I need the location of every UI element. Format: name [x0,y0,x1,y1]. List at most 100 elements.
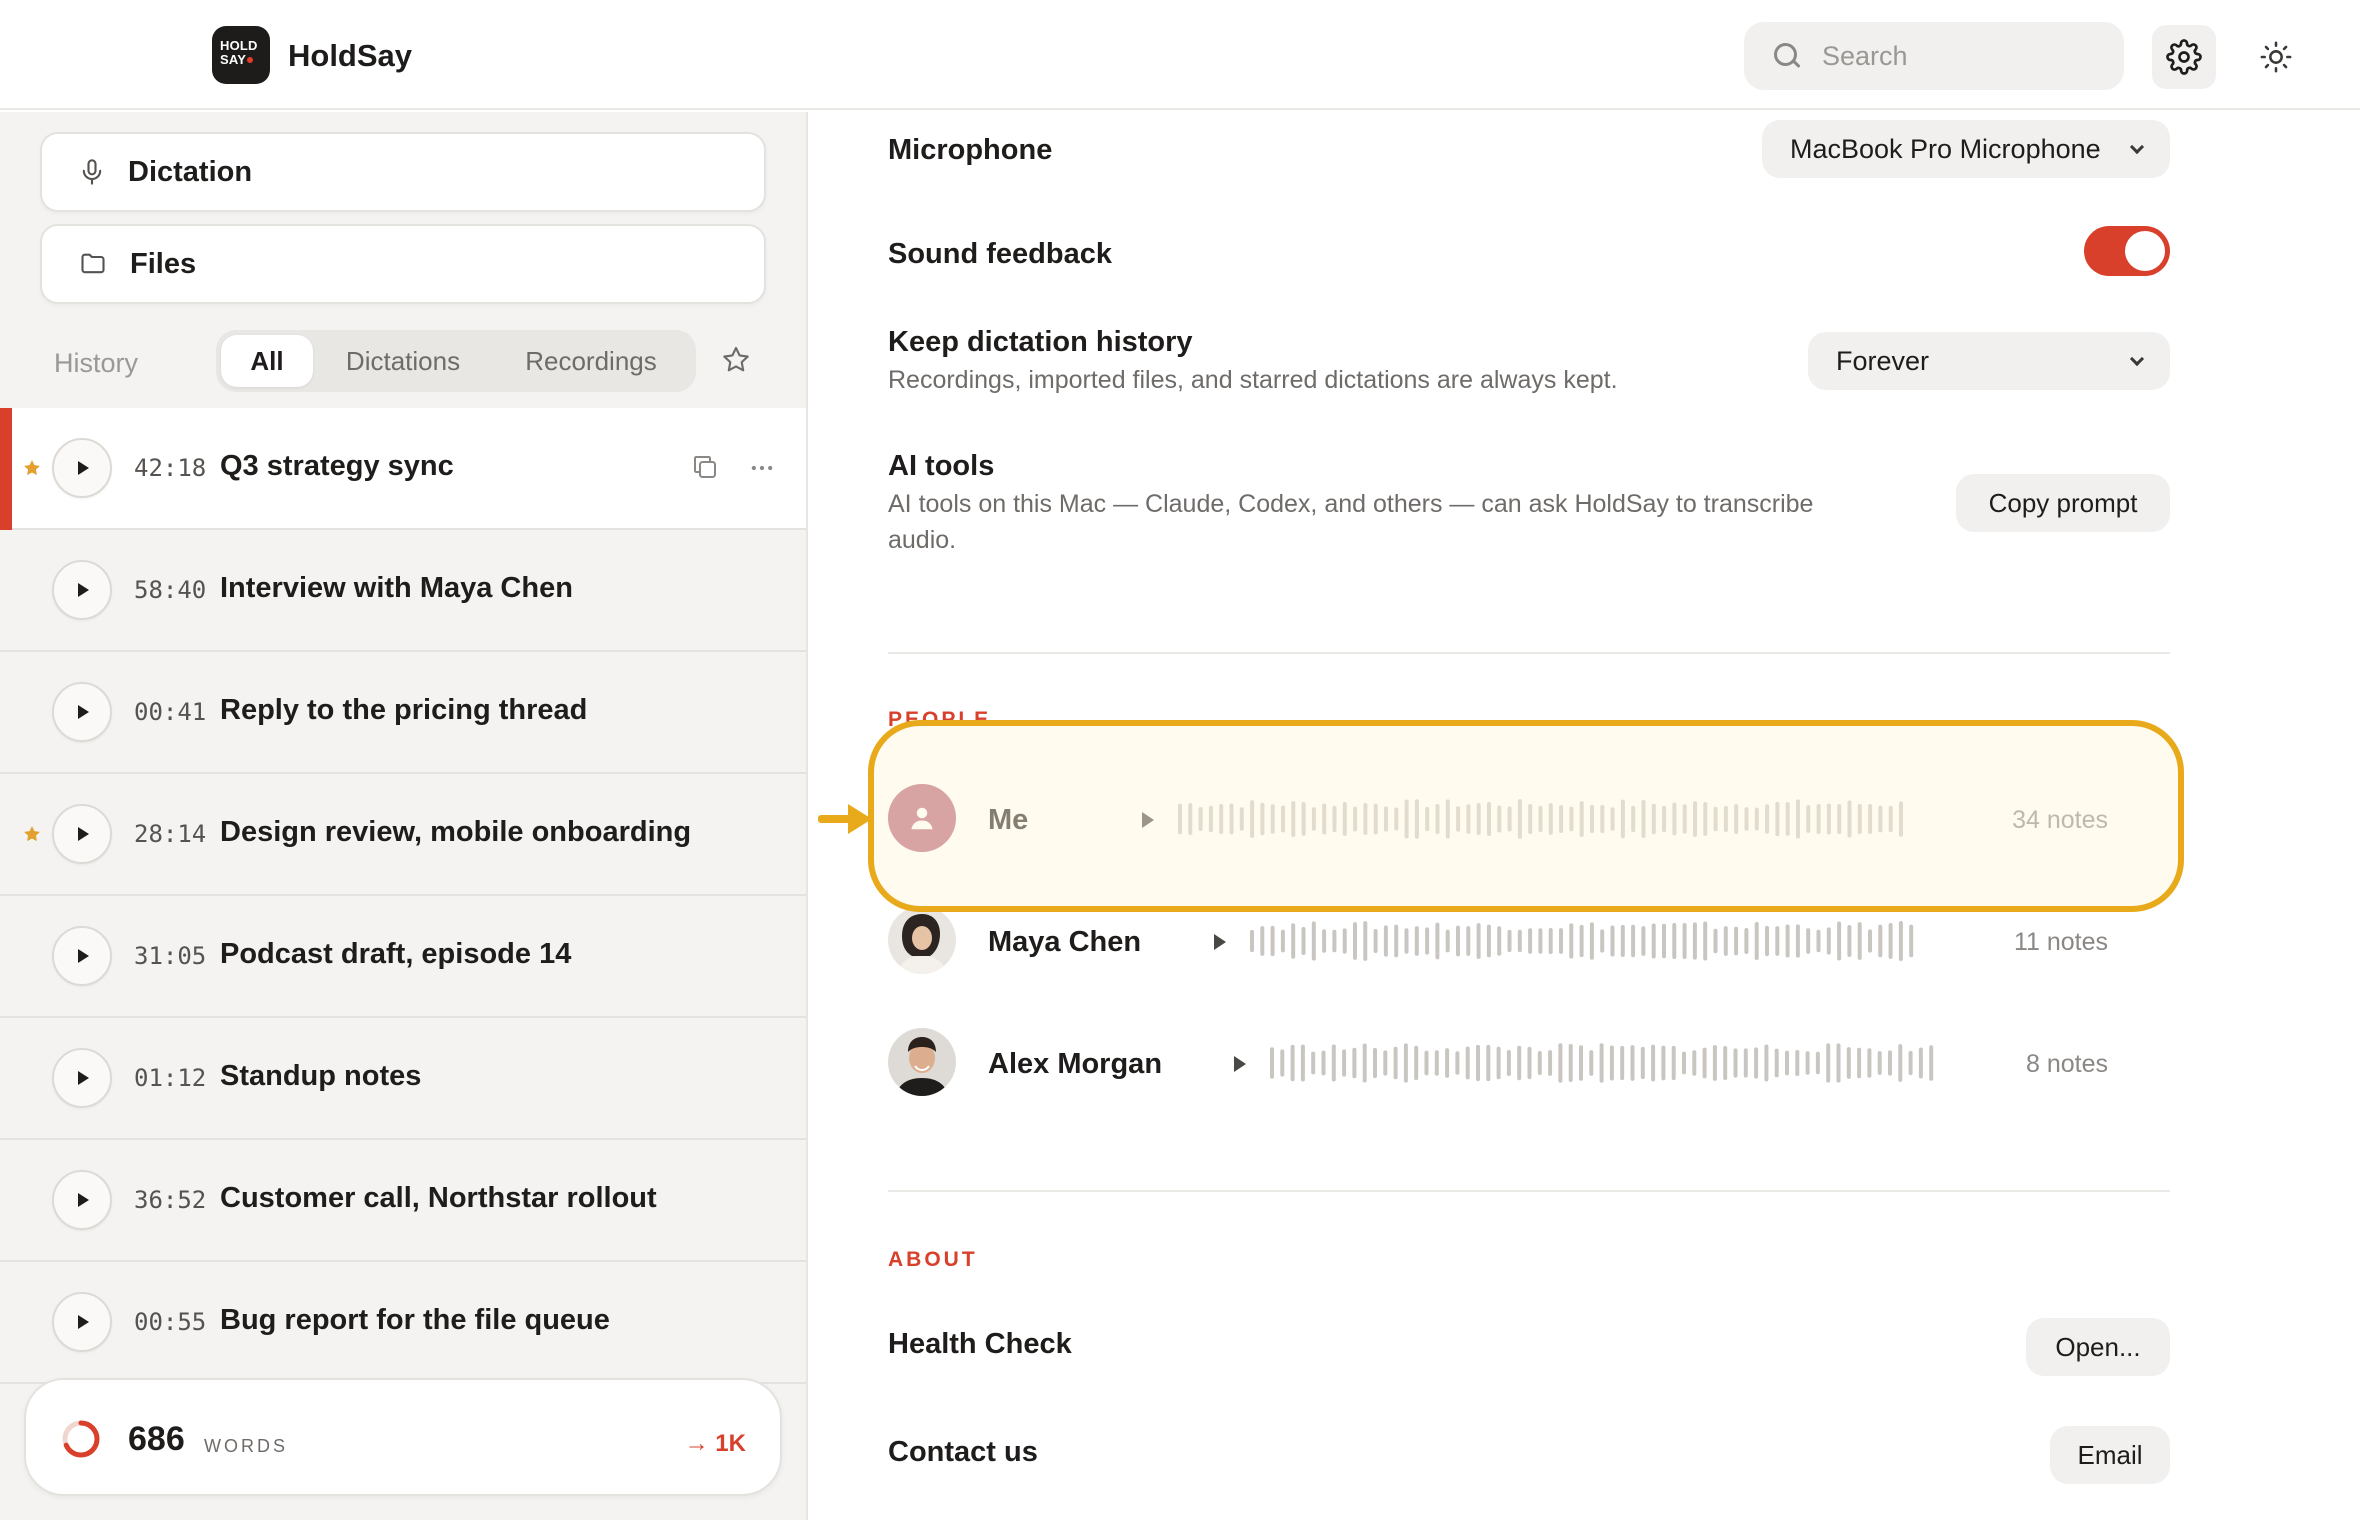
waveform-bar [1805,1051,1810,1075]
waveform-bar [1631,924,1636,958]
app-name: HoldSay [288,38,413,73]
search-box[interactable] [1744,22,2124,90]
waveform-bar [1909,924,1914,958]
history-row[interactable]: 00:55 Bug report for the file queue [0,1262,806,1384]
history-row[interactable]: 36:52 Customer call, Northstar rollout [0,1140,806,1262]
waveform-bar [1774,1048,1779,1078]
waveform-bar [1300,1044,1305,1082]
waveform-bar [1579,801,1584,837]
dictation-button[interactable]: Dictation [40,132,766,212]
waveform-bar [1846,1047,1851,1079]
copy-prompt-button[interactable]: Copy prompt [1956,474,2170,532]
play-icon [78,827,89,841]
person-row-maya-chen[interactable]: Maya Chen 11 notes [888,906,2108,976]
waveform-bar [1630,1045,1635,1081]
waveform-bar [1434,1050,1439,1076]
waveform-bar [1878,805,1883,833]
waveform-bar [1868,929,1872,953]
waveform-bar [1311,921,1316,961]
waveform-bar [1270,925,1275,957]
waveform-bar [1198,806,1203,832]
avatar [888,906,956,974]
health-check-open-button[interactable]: Open... [2026,1318,2170,1376]
filter-all[interactable]: All [221,335,313,387]
play-icon[interactable] [1234,1056,1246,1072]
history-title: Reply to the pricing thread [220,694,588,726]
person-row-me[interactable]: Me 34 notes [888,784,2108,854]
history-title: Q3 strategy sync [220,450,454,482]
person-row-alex-morgan[interactable]: Alex Morgan 8 notes [888,1028,2108,1098]
filter-dictations[interactable]: Dictations [313,335,493,387]
play-button[interactable] [52,804,112,864]
more-options-icon[interactable] [746,454,778,482]
waveform-bar [1908,1050,1913,1076]
waveform-bar [1383,1050,1388,1076]
waveform-bar [1456,925,1460,957]
play-icon[interactable] [1214,934,1226,950]
play-button[interactable] [52,682,112,742]
note-count: 8 notes [2025,1050,2108,1078]
waveform-bar [1816,804,1821,834]
waveform-bar [1682,1051,1686,1075]
play-button[interactable] [52,1292,112,1352]
waveform-bar [1425,927,1430,955]
settings-button[interactable] [2152,25,2216,89]
waveform-bar [1806,805,1811,833]
waveform-bar [1620,799,1625,839]
theme-toggle-button[interactable] [2244,25,2308,89]
history-retention-select[interactable]: Forever [1808,332,2170,390]
waveform-bar [1250,929,1254,953]
waveform-bar [1579,1045,1583,1081]
play-icon [78,461,89,475]
waveform-bar [1383,925,1388,957]
play-button[interactable] [52,1048,112,1108]
waveform-bar [1322,929,1327,953]
files-button[interactable]: Files [40,224,766,304]
waveform-bar [1229,803,1234,835]
waveform-bar [1414,799,1419,839]
microphone-value: MacBook Pro Microphone [1790,133,2101,164]
sound-feedback-toggle[interactable] [2084,226,2170,276]
waveform-bar [1702,1047,1707,1079]
waveform-bar [1723,926,1728,956]
microphone-select[interactable]: MacBook Pro Microphone [1762,120,2170,178]
waveform-bar [1795,1050,1800,1076]
history-row[interactable]: 00:41 Reply to the pricing thread [0,652,806,774]
star-icon [24,826,40,842]
waveform-bar [1857,803,1862,835]
ai-tools-label: AI tools [888,450,995,482]
waveform-bar [1486,924,1491,958]
search-input[interactable] [1822,40,2082,72]
filter-recordings[interactable]: Recordings [493,335,689,387]
play-button[interactable] [52,1170,112,1230]
waveform-bar [1384,806,1388,832]
person-name: Alex Morgan [988,1048,1163,1080]
waveform-bar [1877,1051,1882,1075]
waveform-bar [1487,801,1491,837]
waveform-bar [1342,801,1347,837]
contact-email-button[interactable]: Email [2050,1426,2170,1484]
history-title: Customer call, Northstar rollout [220,1182,657,1214]
copy-icon[interactable] [690,452,720,482]
play-icon[interactable] [1142,812,1154,828]
history-title: Design review, mobile onboarding [220,816,692,848]
waveform-bar [1733,1048,1738,1078]
history-row[interactable]: 01:12 Standup notes [0,1018,806,1140]
waveform-bar [1847,925,1852,957]
waveform-bar [1507,929,1512,953]
waveform-bar [1796,799,1800,839]
waveform-bar [1219,804,1224,834]
play-button[interactable] [52,438,112,498]
waveform-bar [1404,928,1409,954]
history-row[interactable]: 58:40 Interview with Maya Chen [0,530,806,652]
waveform-bar [1826,1043,1831,1083]
play-button[interactable] [52,926,112,986]
starred-filter-button[interactable] [720,344,752,381]
duration: 00:41 [134,698,207,726]
word-goal: → 1K [684,1430,746,1457]
history-label: History [54,348,139,378]
history-row[interactable]: 31:05 Podcast draft, episode 14 [0,896,806,1018]
history-row[interactable]: 28:14 Design review, mobile onboarding [0,774,806,896]
play-button[interactable] [52,560,112,620]
history-row[interactable]: 42:18 Q3 strategy sync [0,408,806,530]
